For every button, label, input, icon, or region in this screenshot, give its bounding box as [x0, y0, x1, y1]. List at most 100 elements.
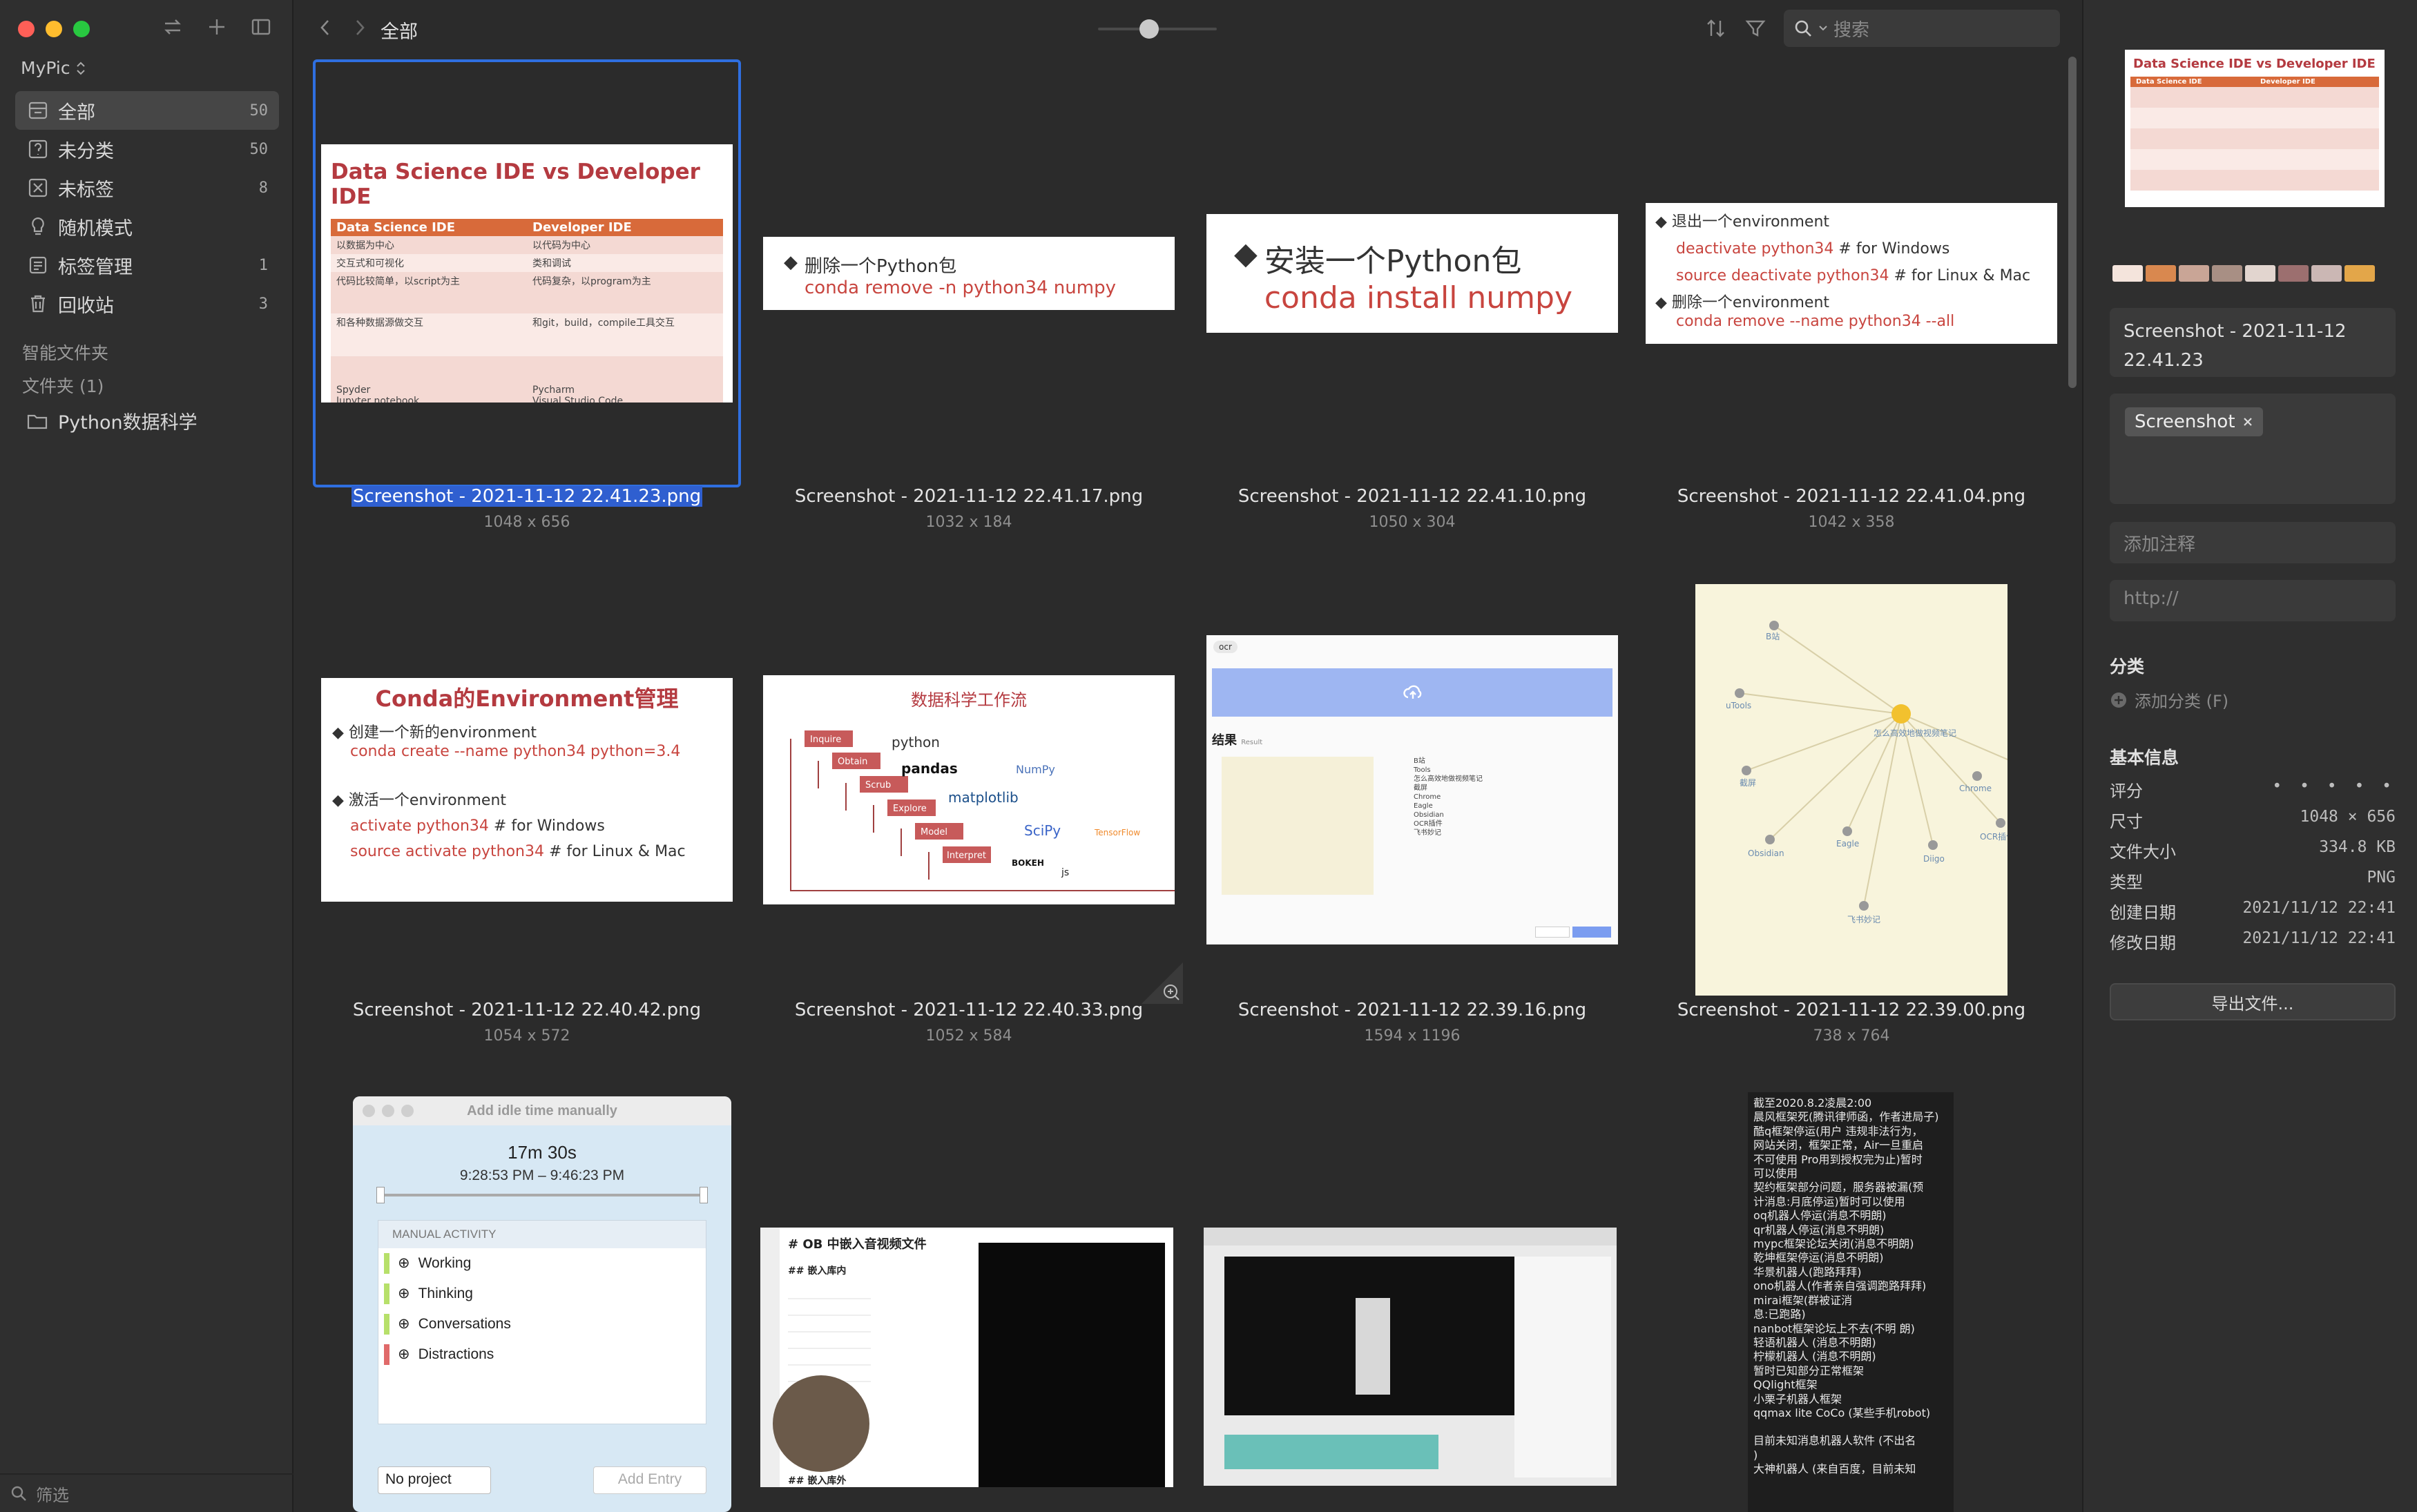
- sidebar-item-all[interactable]: 全部 50: [15, 91, 279, 130]
- add-category-button[interactable]: 添加分类 (F): [2110, 688, 2228, 712]
- slide-bullet: ◆ 删除一个Python包 conda remove -n python34 num…: [784, 252, 1116, 298]
- list-item: Tools: [1414, 766, 1431, 774]
- slide-line: conda remove --name python34 --all: [1655, 308, 2048, 335]
- zoom-corner-icon[interactable]: [1142, 962, 1183, 1004]
- search-input[interactable]: 搜索: [1784, 10, 2060, 47]
- info-key: 类型: [2110, 873, 2143, 892]
- search-placeholder: 搜索: [1833, 19, 1870, 41]
- sidebar-item-trash[interactable]: 回收站 3: [15, 284, 279, 323]
- activity-item: ⊕ Working: [378, 1248, 706, 1279]
- activity-label: Thinking: [418, 1286, 473, 1301]
- list-item: Obsidian: [1414, 811, 1444, 819]
- item-filename[interactable]: Screenshot - 2021-11-12 22.41.04.png: [1637, 486, 2065, 507]
- thumbnail-frame[interactable]: Data Science IDE vs Developer IDE Data S…: [313, 59, 741, 487]
- sidebar-toggle-icon[interactable]: [251, 17, 271, 37]
- name-field[interactable]: Screenshot - 2021-11-12 22.41.23: [2110, 308, 2396, 377]
- thumbnail-image: 截至2020.8.2凌晨2:00 晨风框架死(腾讯律师函，作者进局子) 酷q框架…: [1748, 1092, 1954, 1512]
- export-file-button[interactable]: 导出文件...: [2110, 983, 2396, 1020]
- smart-folders-heading[interactable]: 智能文件夹: [22, 340, 108, 365]
- activity-item: ⊕ Distractions: [378, 1339, 706, 1370]
- code-text: deactivate python34: [1676, 240, 1834, 258]
- back-icon[interactable]: [318, 18, 332, 37]
- item-filename[interactable]: Screenshot - 2021-11-12 22.41.17.png: [755, 486, 1183, 507]
- text-line: 网站关闭，框架正常，Air一旦重启: [1753, 1138, 1923, 1152]
- tag-chip[interactable]: Screenshot: [2125, 407, 2263, 436]
- info-row-rating[interactable]: 评分 • • • • •: [2110, 777, 2396, 802]
- minimize-window-button[interactable]: [46, 21, 62, 37]
- color-swatch[interactable]: [2245, 265, 2275, 282]
- result-image: [1222, 757, 1374, 895]
- color-swatch[interactable]: [2311, 265, 2342, 282]
- folder-item[interactable]: Python数据科学: [26, 407, 198, 434]
- workflow-step: Inquire: [810, 735, 841, 745]
- folders-heading[interactable]: 文件夹 (1): [22, 373, 104, 398]
- item-filename[interactable]: Screenshot - 2021-11-12 22.41.23.png: [313, 486, 741, 507]
- thumbnail-frame[interactable]: Conda的Environment管理 ◆ 创建一个新的environment …: [313, 576, 741, 1004]
- color-swatch[interactable]: [2212, 265, 2242, 282]
- thumbnail-frame[interactable]: 怎么高效地做视频笔记 B站 uTools 截屏 Obsidian Eagle 飞…: [1637, 576, 2065, 1004]
- preview-image[interactable]: Data Science IDE vs Developer IDE Data S…: [2125, 50, 2385, 207]
- list-item: Eagle: [1414, 802, 1433, 810]
- item-filename[interactable]: Screenshot - 2021-11-12 22.40.33.png: [755, 1000, 1183, 1020]
- slider-knob[interactable]: [1139, 19, 1159, 39]
- comment-text: # for Windows: [1838, 240, 1950, 258]
- slide-line: ◆ 激活一个environment: [332, 792, 507, 809]
- close-window-button[interactable]: [18, 21, 35, 37]
- forward-icon[interactable]: [353, 18, 367, 37]
- library-switcher[interactable]: MyPic: [21, 58, 86, 78]
- name-line: 22.41.23: [2124, 350, 2204, 371]
- color-swatch[interactable]: [2344, 265, 2375, 282]
- color-swatch[interactable]: [2278, 265, 2309, 282]
- lib-logo: BOKEH: [1012, 858, 1044, 868]
- zoom-window-button[interactable]: [73, 21, 90, 37]
- filter-icon[interactable]: [1745, 18, 1766, 39]
- rating-stars[interactable]: • • • • •: [2272, 777, 2396, 802]
- sidebar-nav: 全部 50 未分类 50 未标签 8 随机模式 标签管理 1 回收站 3: [15, 91, 279, 323]
- item-filename[interactable]: Screenshot - 2021-11-12 22.39.16.png: [1198, 1000, 1626, 1020]
- info-value: 2021/11/12 22:41: [2242, 899, 2396, 917]
- note-field[interactable]: 添加注释: [2110, 522, 2396, 563]
- name-line: Screenshot - 2021-11-12: [2124, 321, 2347, 342]
- tags-field[interactable]: Screenshot: [2110, 394, 2396, 504]
- bullet-text: 安装一个Python包: [1264, 244, 1522, 279]
- thumbnail-image: [1204, 1228, 1617, 1486]
- text-line: 小栗子机器人框架: [1753, 1392, 1842, 1406]
- info-key: 创建日期: [2110, 903, 2176, 922]
- thumbnail-frame[interactable]: ocr 结果 Result B站 Tools 怎么高效地做视频笔记 截屏 Chrome E…: [1198, 576, 1626, 1004]
- url-field[interactable]: http://: [2110, 580, 2396, 621]
- scrollbar-thumb[interactable]: [2068, 57, 2077, 388]
- thumbnail-frame[interactable]: ◆ 删除一个Python包 conda remove -n python34 num…: [755, 59, 1183, 487]
- sidebar-filter[interactable]: 筛选: [0, 1473, 293, 1512]
- item-filename[interactable]: Screenshot - 2021-11-12 22.41.10.png: [1198, 486, 1626, 507]
- remove-tag-icon[interactable]: [2242, 416, 2253, 427]
- table-cell: Pycharm Visual Studio Code Sublime Text: [532, 385, 624, 403]
- sidebar-item-uncategorized[interactable]: 未分类 50: [15, 130, 279, 168]
- item-filename[interactable]: Screenshot - 2021-11-12 22.40.42.png: [313, 1000, 741, 1020]
- node-label: uTools: [1726, 701, 1751, 710]
- sort-icon[interactable]: [1705, 18, 1727, 39]
- thumbnail-frame[interactable]: ◆ 退出一个environment deactivate python34 # …: [1637, 59, 2065, 487]
- result-label: 结果 Result: [1212, 730, 1262, 748]
- table-cell: 以代码为中心: [532, 240, 590, 251]
- sidebar-item-untagged[interactable]: 未标签 8: [15, 168, 279, 207]
- selected-filename[interactable]: Screenshot - 2021-11-12 22.41.23.png: [351, 486, 703, 507]
- sidebar-item-random[interactable]: 随机模式: [15, 207, 279, 246]
- node-label: 飞书妙记: [1847, 915, 1880, 924]
- add-icon[interactable]: [206, 17, 227, 37]
- code-text: conda remove -n python34 numpy: [805, 278, 1116, 298]
- thumbnail-frame[interactable]: 数据科学工作流 Inquire Obtain Scrub Explore Mod…: [755, 576, 1183, 1004]
- thumbnail-frame[interactable]: ◆ 安装一个Python包 conda install numpy: [1198, 59, 1626, 487]
- color-swatch[interactable]: [2179, 265, 2209, 282]
- item-filename[interactable]: Screenshot - 2021-11-12 22.39.00.png: [1637, 1000, 2065, 1020]
- workflow-step: Model: [921, 827, 947, 837]
- sidebar-item-tags[interactable]: 标签管理 1: [15, 246, 279, 284]
- info-value: 2021/11/12 22:41: [2242, 929, 2396, 947]
- sidebar: MyPic 全部 50 未分类 50 未标签 8 随机模式 标签管理 1 回收站…: [0, 0, 293, 1512]
- node-label: Chrome: [1959, 784, 1992, 793]
- grid-scrollbar[interactable]: [2068, 57, 2077, 816]
- updown-chevron-icon: [76, 61, 85, 75]
- color-swatch[interactable]: [2146, 265, 2176, 282]
- thumbnail-size-slider[interactable]: [1098, 19, 1217, 39]
- swap-icon[interactable]: [162, 17, 183, 37]
- color-swatch[interactable]: [2112, 265, 2143, 282]
